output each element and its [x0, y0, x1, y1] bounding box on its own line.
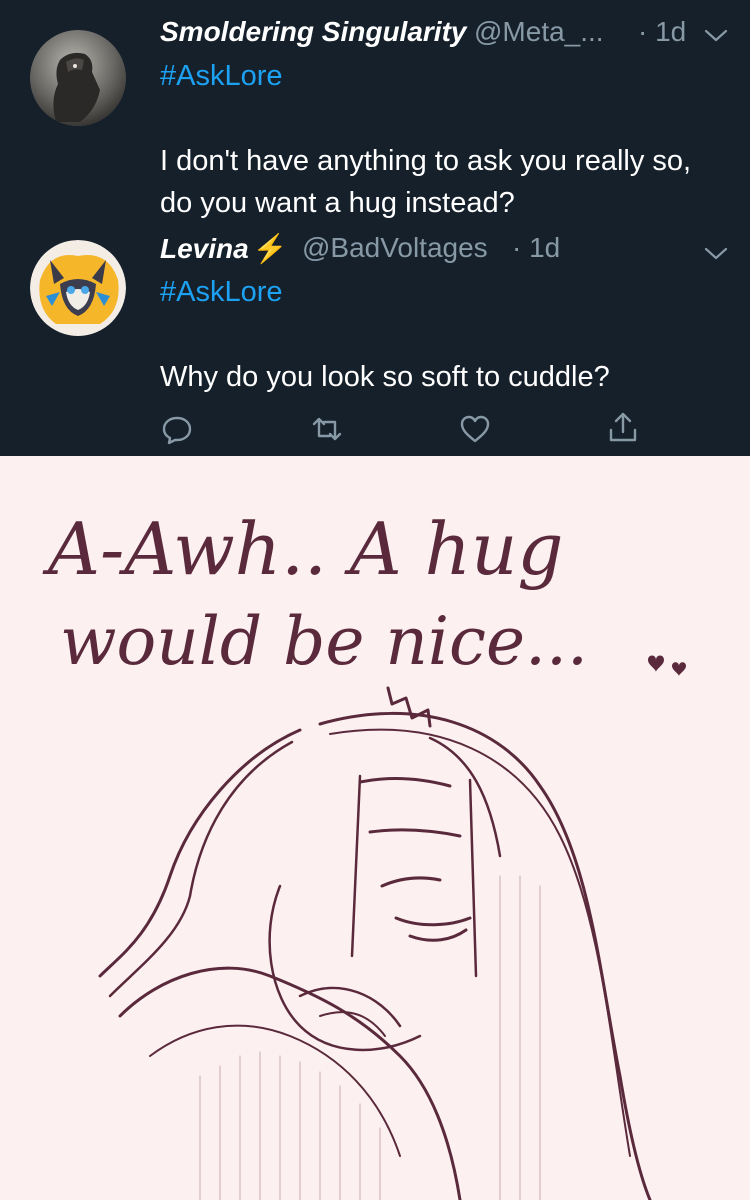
share-icon[interactable]: [606, 410, 640, 444]
sketch-caption-line2: would be nice...: [60, 603, 588, 680]
sketch-caption-line1: A-Awh.. A hug: [42, 507, 563, 591]
tweet-1[interactable]: Smoldering Singularity @Meta_... · 1d #A…: [0, 0, 750, 230]
hug-sketch-drawing: A-Awh.. A hug would be nice...: [42, 507, 686, 1200]
tweet-thread: Smoldering Singularity @Meta_... · 1d #A…: [0, 0, 750, 456]
tweet-actions: [0, 406, 750, 452]
retweet-icon[interactable]: [310, 412, 344, 446]
user-handle[interactable]: @Meta_...: [474, 16, 604, 48]
display-name[interactable]: Smoldering Singularity: [160, 16, 466, 48]
tweet-text: I don't have anything to ask you really …: [160, 145, 692, 219]
hashtag-link[interactable]: #AskLore: [160, 276, 283, 309]
like-icon[interactable]: [458, 412, 492, 446]
avatar-smoldering-singularity[interactable]: [30, 30, 126, 126]
display-name[interactable]: Levina ⚡: [160, 232, 288, 265]
user-handle[interactable]: @BadVoltages: [302, 232, 488, 264]
timestamp: · 1d: [512, 232, 561, 263]
lightning-bolt-icon: ⚡: [252, 233, 288, 264]
display-name-text: Levina: [160, 233, 249, 264]
yellow-creature-avatar-icon: [30, 240, 126, 336]
tweet-text: Why do you look so soft to cuddle?: [160, 361, 610, 393]
hashtag-link[interactable]: #AskLore: [160, 60, 283, 93]
sketch-image: A-Awh.. A hug would be nice...: [0, 456, 750, 1200]
dark-creature-avatar-icon: [30, 30, 126, 126]
timestamp: · 1d: [638, 16, 687, 47]
chevron-down-icon[interactable]: [702, 26, 730, 46]
chevron-down-icon[interactable]: [702, 244, 730, 264]
reply-icon[interactable]: [160, 412, 194, 446]
app: Smoldering Singularity @Meta_... · 1d #A…: [0, 0, 750, 1200]
avatar-levina[interactable]: [30, 240, 126, 336]
